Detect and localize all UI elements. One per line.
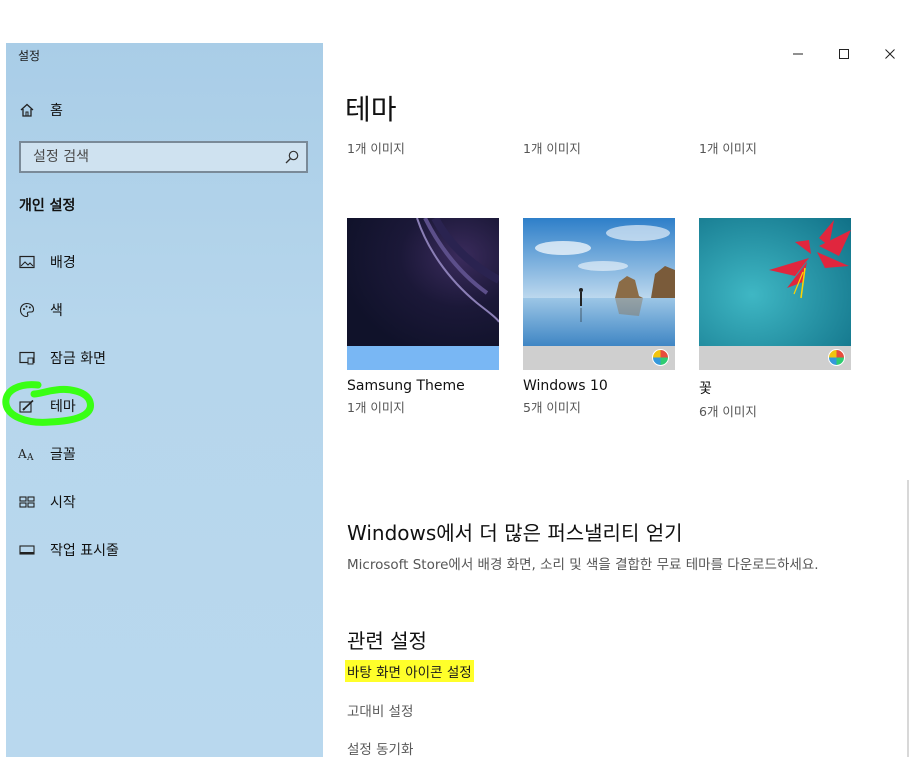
theme-card-windows10[interactable]: Windows 10 5개 이미지 bbox=[523, 218, 675, 416]
sidebar: 설정 홈 개인 설정 배경 색 잠금 화면 테마 bbox=[2, 43, 323, 757]
theme-name: 꽃 bbox=[699, 381, 712, 397]
sidebar-item-label: 잠금 화면 bbox=[50, 351, 106, 367]
theme-thumbnail[interactable] bbox=[347, 218, 499, 370]
theme-thumbnail[interactable] bbox=[699, 218, 851, 370]
nav-home-label: 홈 bbox=[50, 103, 63, 119]
maximize-button[interactable] bbox=[821, 42, 867, 66]
sidebar-item-label: 테마 bbox=[50, 399, 76, 415]
sidebar-item-label: 글꼴 bbox=[50, 447, 76, 463]
color-wheel-icon bbox=[828, 349, 845, 366]
sidebar-item-fonts[interactable]: AA 글꼴 bbox=[18, 440, 76, 468]
svg-text:A: A bbox=[26, 453, 34, 461]
home-icon bbox=[18, 101, 36, 119]
scrollbar-track[interactable] bbox=[907, 480, 909, 757]
sidebar-item-theme[interactable]: 테마 bbox=[18, 392, 76, 420]
sync-settings-link[interactable]: 설정 동기화 bbox=[347, 738, 413, 758]
sidebar-item-start[interactable]: 시작 bbox=[18, 488, 76, 516]
search-icon[interactable] bbox=[284, 149, 300, 165]
theme-count: 5개 이미지 bbox=[523, 400, 581, 415]
app-title: 설정 bbox=[18, 49, 41, 63]
svg-text:A: A bbox=[18, 447, 27, 461]
nav-home[interactable]: 홈 bbox=[18, 96, 63, 124]
theme-caption: 1개 이미지 bbox=[523, 141, 581, 156]
theme-caption: 1개 이미지 bbox=[699, 141, 757, 156]
sidebar-item-label: 시작 bbox=[50, 495, 76, 511]
minimize-button[interactable] bbox=[775, 42, 821, 66]
maximize-icon bbox=[838, 45, 850, 64]
theme-card-flowers[interactable]: 꽃 6개 이미지 bbox=[699, 218, 851, 420]
theme-brush-icon bbox=[18, 397, 36, 415]
sidebar-item-taskbar[interactable]: 작업 표시줄 bbox=[18, 536, 119, 564]
sidebar-item-label: 색 bbox=[50, 303, 63, 319]
font-icon: AA bbox=[18, 445, 36, 463]
desktop-icon-settings-link[interactable]: 바탕 화면 아이콘 설정 bbox=[345, 660, 474, 682]
more-personality-description[interactable]: Microsoft Store에서 배경 화면, 소리 및 색을 결합한 무료 … bbox=[347, 553, 819, 573]
color-wheel-icon bbox=[652, 349, 669, 366]
theme-count: 6개 이미지 bbox=[699, 404, 757, 419]
palette-icon bbox=[18, 301, 36, 319]
more-personality-heading: Windows에서 더 많은 퍼스낼리티 얻기 bbox=[347, 521, 683, 545]
taskbar-icon bbox=[18, 541, 36, 559]
theme-count: 1개 이미지 bbox=[347, 400, 405, 415]
theme-thumbnail[interactable] bbox=[523, 218, 675, 370]
lock-screen-icon bbox=[18, 349, 36, 367]
search-box[interactable] bbox=[19, 141, 308, 173]
search-input[interactable] bbox=[31, 148, 271, 166]
theme-name: Samsung Theme bbox=[347, 378, 465, 394]
section-title: 개인 설정 bbox=[19, 198, 76, 214]
related-settings-heading: 관련 설정 bbox=[347, 629, 427, 653]
sidebar-item-color[interactable]: 색 bbox=[18, 296, 63, 324]
theme-card-samsung[interactable]: Samsung Theme 1개 이미지 bbox=[347, 218, 499, 416]
high-contrast-settings-link[interactable]: 고대비 설정 bbox=[347, 700, 413, 720]
minimize-icon bbox=[792, 45, 804, 64]
start-grid-icon bbox=[18, 493, 36, 511]
sidebar-item-lock-screen[interactable]: 잠금 화면 bbox=[18, 344, 106, 372]
close-icon bbox=[884, 45, 896, 64]
close-button[interactable] bbox=[867, 42, 910, 66]
page-title: 테마 bbox=[345, 93, 397, 126]
sidebar-item-background[interactable]: 배경 bbox=[18, 248, 76, 276]
theme-caption: 1개 이미지 bbox=[347, 141, 405, 156]
sidebar-item-label: 배경 bbox=[50, 255, 76, 271]
theme-name: Windows 10 bbox=[523, 378, 608, 394]
sidebar-item-label: 작업 표시줄 bbox=[50, 543, 119, 559]
picture-icon bbox=[18, 253, 36, 271]
